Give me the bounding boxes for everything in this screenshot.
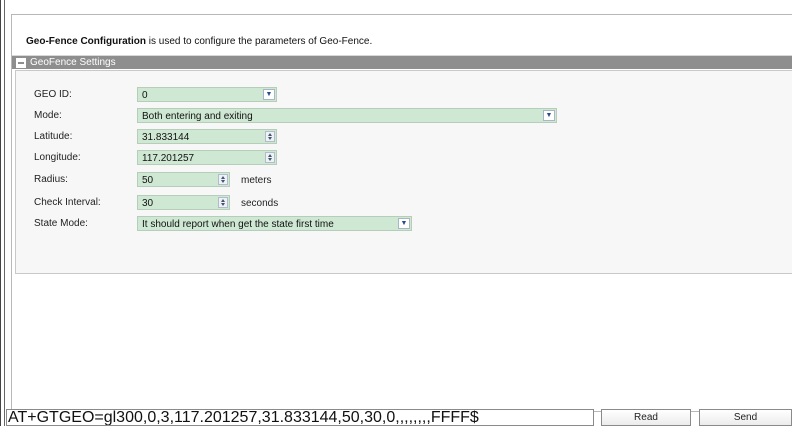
description-body: is used to configure the parameters of G…: [146, 36, 373, 47]
description-text: Geo-Fence Configuration is used to confi…: [26, 36, 372, 47]
collapse-icon[interactable]: [16, 58, 26, 68]
radius-value: 50: [142, 175, 154, 186]
check-interval-unit: seconds: [241, 198, 279, 209]
geofence-panel: Geo-Fence Configuration is used to confi…: [11, 14, 792, 412]
check-interval-value: 30: [142, 198, 154, 209]
section-title: GeoFence Settings: [30, 57, 116, 68]
settings-area: GEO ID: 0 ▼ Mode: Both entering and exit…: [15, 70, 792, 274]
radius-label: Radius:: [34, 174, 68, 185]
description-title: Geo-Fence Configuration: [26, 36, 146, 47]
state-mode-label: State Mode:: [34, 218, 88, 229]
state-mode-value: It should report when get the state firs…: [142, 219, 334, 230]
chevron-down-icon[interactable]: ▼: [263, 89, 275, 100]
radius-unit: meters: [241, 175, 272, 186]
window-edge-inner: [4, 0, 5, 426]
latitude-value: 31.833144: [142, 132, 190, 143]
description-bar: Geo-Fence Configuration is used to confi…: [12, 15, 792, 56]
mode-select[interactable]: Both entering and exiting ▼: [137, 108, 557, 123]
chevron-down-icon[interactable]: ▼: [543, 110, 555, 121]
mode-label: Mode:: [34, 110, 62, 121]
spinner-arrows-icon[interactable]: [265, 152, 275, 163]
check-interval-spinner[interactable]: 30: [137, 195, 230, 210]
section-header[interactable]: GeoFence Settings: [12, 56, 792, 69]
send-button[interactable]: Send: [699, 409, 792, 426]
geo-id-label: GEO ID:: [34, 89, 72, 100]
latitude-label: Latitude:: [34, 131, 73, 142]
mode-value: Both entering and exiting: [142, 111, 253, 122]
radius-spinner[interactable]: 50: [137, 172, 230, 187]
geo-id-value: 0: [142, 90, 148, 101]
spinner-arrows-icon[interactable]: [218, 174, 228, 185]
longitude-label: Longitude:: [34, 152, 81, 163]
command-output-field[interactable]: AT+GTGEO=gl300,0,3,117.201257,31.833144,…: [6, 409, 594, 426]
spinner-arrows-icon[interactable]: [218, 197, 228, 208]
geo-id-select[interactable]: 0 ▼: [137, 87, 277, 102]
read-button[interactable]: Read: [601, 409, 691, 426]
check-interval-label: Check Interval:: [34, 197, 101, 208]
window-edge: [0, 0, 1, 426]
latitude-spinner[interactable]: 31.833144: [137, 129, 277, 144]
longitude-spinner[interactable]: 117.201257: [137, 150, 277, 165]
state-mode-select[interactable]: It should report when get the state firs…: [137, 216, 412, 231]
chevron-down-icon[interactable]: ▼: [398, 218, 410, 229]
spinner-arrows-icon[interactable]: [265, 131, 275, 142]
longitude-value: 117.201257: [142, 153, 195, 164]
